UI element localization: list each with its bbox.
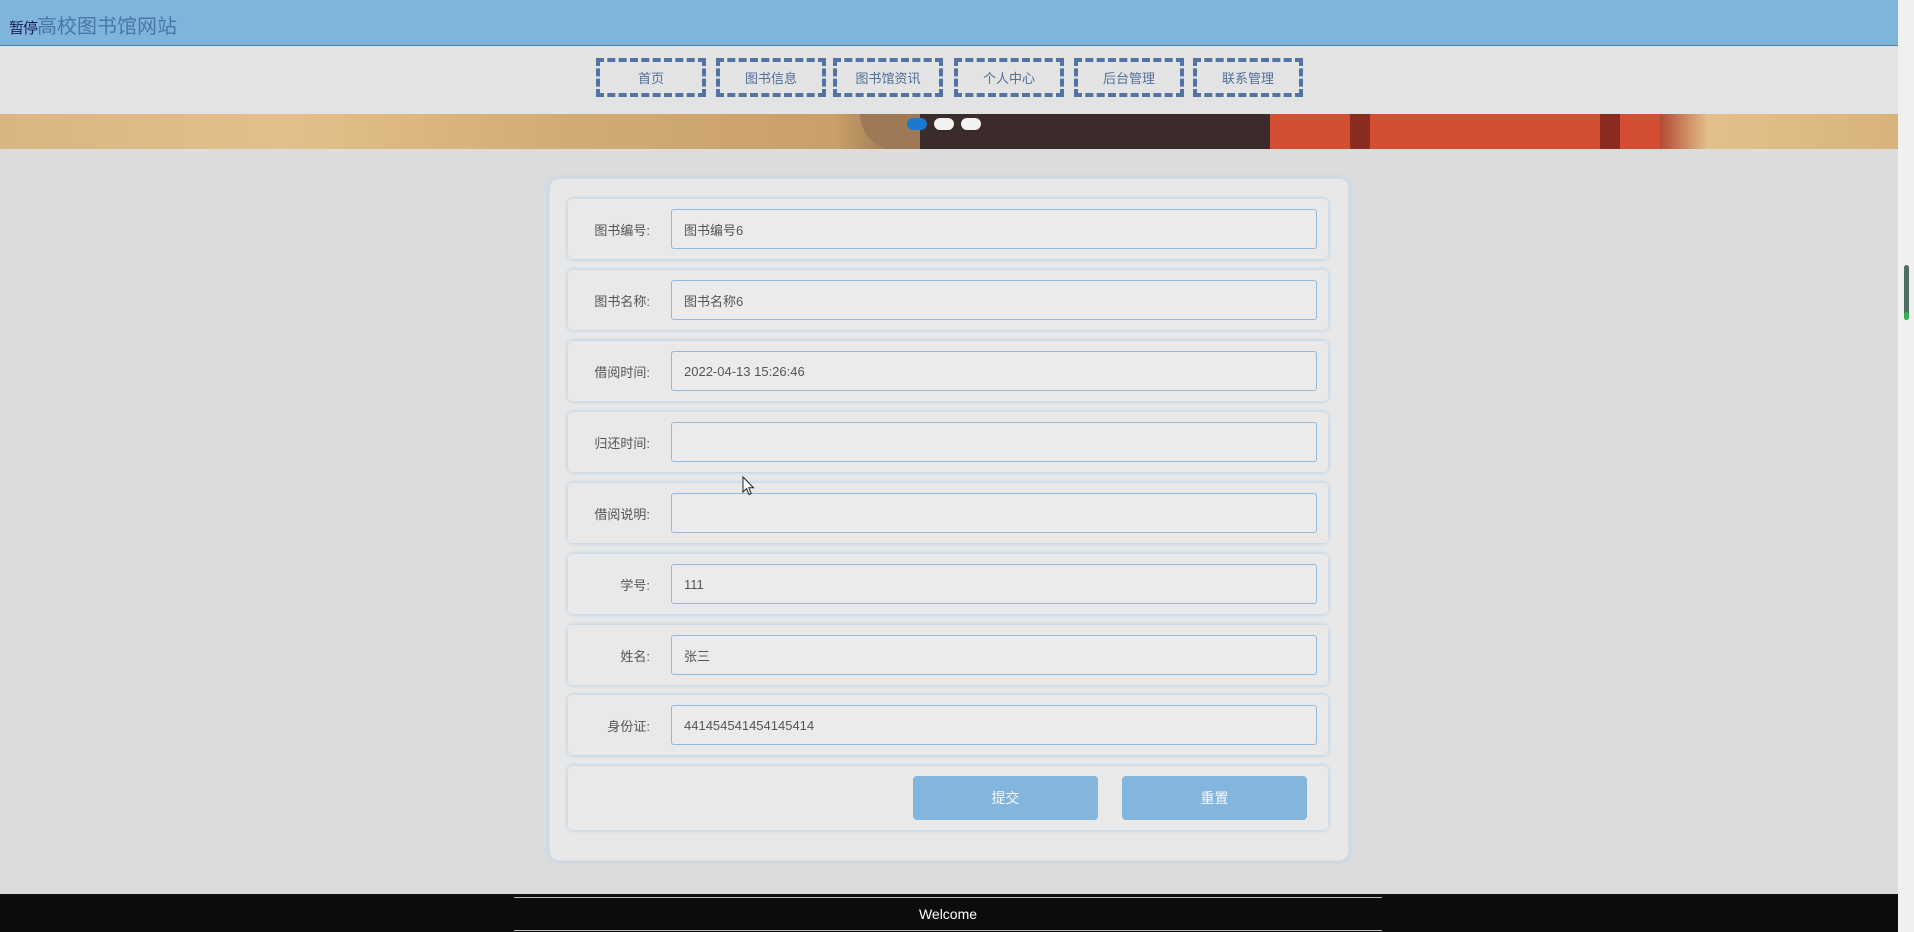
nav-item-contact-admin[interactable]: 联系管理 (1193, 58, 1303, 97)
form-row-return-time: 归还时间: (568, 412, 1328, 472)
book-name-input[interactable] (671, 280, 1317, 320)
student-id-label: 学号: (620, 577, 650, 593)
site-title[interactable]: 暂停高校图书馆网站 (9, 10, 177, 39)
site-title-prefix: 暂停 (9, 20, 38, 37)
carousel-dot-3[interactable] (961, 118, 981, 130)
scrollbar-thumb-edge (1904, 312, 1909, 320)
mouse-cursor-icon (742, 476, 755, 496)
reset-button[interactable]: 重置 (1122, 776, 1307, 820)
book-name-label: 图书名称: (594, 293, 650, 309)
form-row-id-card: 身份证: (568, 695, 1328, 755)
form-row-borrow-time: 借阅时间: (568, 341, 1328, 401)
return-time-input[interactable] (671, 422, 1317, 462)
id-card-input[interactable] (671, 705, 1317, 745)
footer-text: Welcome (918, 906, 978, 922)
nav-item-personal-center[interactable]: 个人中心 (954, 58, 1064, 97)
borrow-form: 图书编号: 图书名称: 借阅时间: 归还时间: 借阅说明: 学号: 姓名: 身份… (549, 178, 1349, 861)
book-number-input[interactable] (671, 209, 1317, 249)
page-scrollbar[interactable] (1898, 0, 1914, 932)
student-id-input[interactable] (671, 564, 1317, 604)
carousel-dot-2[interactable] (934, 118, 954, 130)
submit-button[interactable]: 提交 (913, 776, 1098, 820)
borrow-time-label: 借阅时间: (594, 364, 650, 380)
form-row-book-number: 图书编号: (568, 199, 1328, 259)
borrow-note-input[interactable] (671, 493, 1317, 533)
form-row-book-name: 图书名称: (568, 270, 1328, 330)
borrow-note-label: 借阅说明: (594, 506, 650, 522)
form-actions: 提交 重置 (568, 766, 1328, 830)
nav-item-admin[interactable]: 后台管理 (1074, 58, 1184, 97)
borrow-time-input[interactable] (671, 351, 1317, 391)
id-card-label: 身份证: (607, 718, 650, 734)
carousel-indicators (907, 118, 981, 132)
return-time-label: 归还时间: (594, 435, 650, 451)
book-number-label: 图书编号: (594, 222, 650, 238)
footer-divider-bottom (514, 930, 1382, 931)
nav-item-book-info[interactable]: 图书信息 (716, 58, 826, 97)
site-title-text: 高校图书馆网站 (37, 16, 178, 38)
footer: Welcome (0, 894, 1898, 932)
form-row-name: 姓名: (568, 625, 1328, 685)
main-nav: 首页 图书信息 图书馆资讯 个人中心 后台管理 联系管理 (0, 46, 1898, 114)
name-input[interactable] (671, 635, 1317, 675)
nav-item-library-news[interactable]: 图书馆资讯 (833, 58, 943, 97)
name-label: 姓名: (620, 648, 650, 664)
form-row-borrow-note: 借阅说明: (568, 483, 1328, 543)
nav-item-home[interactable]: 首页 (596, 58, 706, 97)
form-row-student-id: 学号: (568, 554, 1328, 614)
top-header-bar: 暂停高校图书馆网站 (0, 0, 1898, 46)
carousel-dot-1[interactable] (907, 118, 927, 130)
